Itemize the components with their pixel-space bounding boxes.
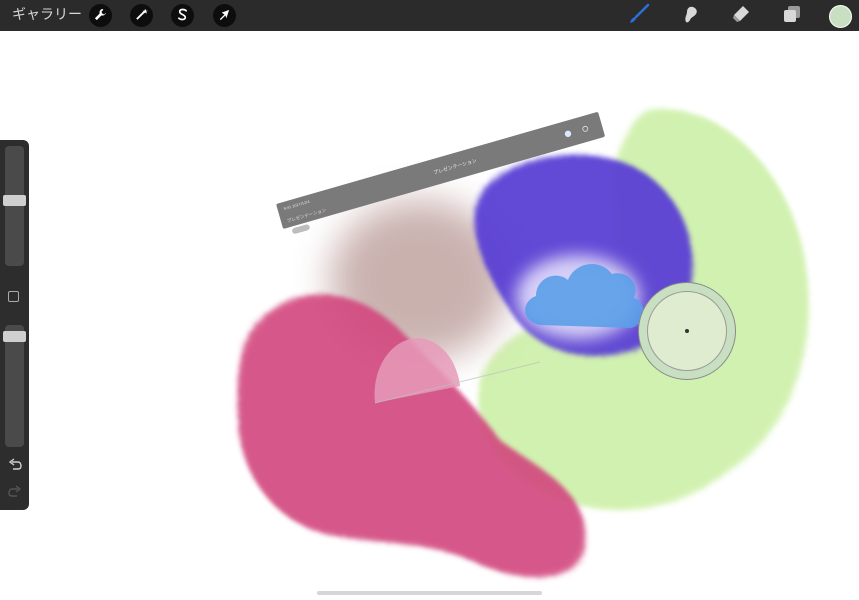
- brush-size-handle[interactable]: [3, 195, 26, 207]
- transform-button[interactable]: [213, 4, 236, 27]
- color-swatch[interactable]: [829, 5, 852, 28]
- brush-icon: [628, 3, 650, 29]
- color-picker-loupe[interactable]: [638, 282, 736, 380]
- drawing-canvas[interactable]: 9:41 2017/12/4 プレゼンテーション プレゼンテーション: [0, 0, 859, 600]
- selection-button[interactable]: [171, 4, 194, 27]
- smudge-icon: [681, 4, 701, 28]
- smudge-tool-button[interactable]: [679, 4, 703, 28]
- opacity-slider[interactable]: [5, 325, 24, 447]
- undo-icon: [8, 457, 22, 476]
- brush-tool-button[interactable]: [627, 3, 651, 29]
- opacity-handle[interactable]: [3, 330, 26, 342]
- actions-button[interactable]: [89, 4, 112, 27]
- wrench-icon: [94, 6, 107, 25]
- layers-icon: [782, 4, 802, 28]
- redo-button[interactable]: [6, 485, 23, 502]
- adjustments-button[interactable]: [130, 4, 153, 27]
- brush-sidebar: [0, 140, 29, 510]
- magic-wand-icon: [135, 6, 148, 25]
- redo-icon: [7, 484, 22, 503]
- home-indicator: [317, 591, 542, 595]
- arrow-cursor-icon: [218, 6, 231, 25]
- layers-button[interactable]: [780, 4, 804, 28]
- gallery-button[interactable]: ギャラリー: [12, 5, 82, 25]
- modify-button[interactable]: [8, 291, 19, 302]
- selection-s-icon: [176, 6, 189, 25]
- eraser-icon: [731, 4, 751, 28]
- eraser-tool-button[interactable]: [729, 4, 753, 28]
- top-toolbar: ギャラリー: [0, 0, 859, 31]
- undo-button[interactable]: [6, 458, 23, 475]
